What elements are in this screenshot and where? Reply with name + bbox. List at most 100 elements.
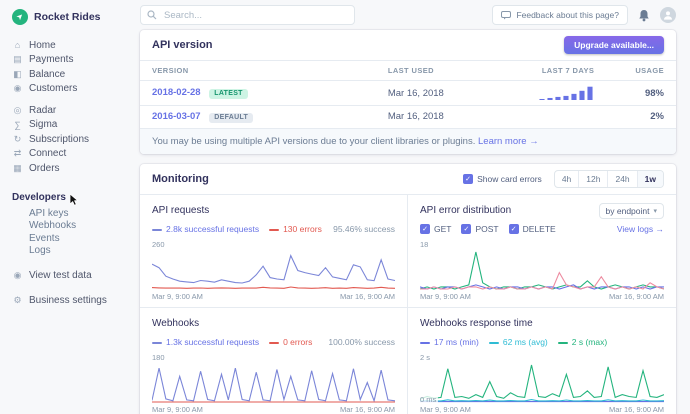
mouse-cursor bbox=[70, 194, 79, 206]
post-checkbox[interactable]: ✓ POST bbox=[461, 224, 498, 234]
sidebar-item-radar[interactable]: ◎ Radar bbox=[12, 103, 130, 118]
y-axis-max-label: 260 bbox=[152, 240, 395, 249]
sidebar-item-label: Radar bbox=[29, 105, 56, 116]
sidebar: ➤ Rocket Rides ⌂ Home ▤ Payments ◧ Balan… bbox=[0, 0, 130, 414]
upgrade-available-button[interactable]: Upgrade available... bbox=[564, 36, 664, 54]
legend-item-errors: 130 errors bbox=[269, 224, 322, 234]
search-box[interactable] bbox=[140, 5, 355, 25]
version-link[interactable]: 2016-03-07 bbox=[152, 111, 201, 122]
sidebar-item-balance[interactable]: ◧ Balance bbox=[12, 67, 130, 82]
version-link[interactable]: 2018-02-28 bbox=[152, 87, 201, 98]
speech-bubble-icon bbox=[501, 11, 511, 20]
sidebar-item-label: Subscriptions bbox=[29, 134, 89, 145]
checkbox-checked-icon: ✓ bbox=[461, 224, 471, 234]
rocket-rides-logo-icon: ➤ bbox=[12, 9, 28, 25]
main-content: Feedback about this page? API version U bbox=[130, 0, 690, 414]
sidebar-item-label: Sigma bbox=[29, 119, 57, 130]
stripe-dashboard: ➤ Rocket Rides ⌂ Home ▤ Payments ◧ Balan… bbox=[0, 0, 690, 414]
success-line-swatch bbox=[152, 229, 162, 231]
payments-icon: ▤ bbox=[12, 54, 23, 65]
column-header-usage: USAGE bbox=[606, 61, 676, 81]
sidebar-item-sigma[interactable]: ∑ Sigma bbox=[12, 118, 130, 133]
learn-more-link[interactable]: Learn more → bbox=[478, 136, 539, 147]
column-header-last-used: LAST USED bbox=[376, 61, 499, 81]
api-version-header: API version Upgrade available... bbox=[140, 30, 676, 61]
usage-value: 2% bbox=[606, 106, 676, 129]
range-button-12h[interactable]: 12h bbox=[578, 171, 607, 187]
success-rate: 100.00% success bbox=[328, 337, 395, 347]
sidebar-item-label: Payments bbox=[29, 54, 73, 65]
developers-submenu: API keys Webhooks Events Logs bbox=[12, 207, 130, 257]
column-header-version: VERSION bbox=[140, 61, 376, 81]
sidebar-item-webhooks[interactable]: Webhooks bbox=[29, 220, 130, 233]
sidebar-item-view-test-data[interactable]: ◉ View test data bbox=[12, 268, 130, 283]
chevron-down-icon: ▾ bbox=[653, 207, 657, 215]
panel-api-requests: API requests 2.8k successful requests 13… bbox=[140, 195, 408, 308]
legend-item-success: 2.8k successful requests bbox=[152, 224, 259, 234]
show-card-errors-checkbox[interactable]: ✓ Show card errors bbox=[463, 174, 542, 184]
sidebar-item-home[interactable]: ⌂ Home bbox=[12, 38, 130, 53]
orders-icon: ▦ bbox=[12, 163, 23, 174]
api-requests-chart bbox=[152, 250, 395, 290]
topbar: Feedback about this page? bbox=[140, 0, 676, 30]
customers-icon: ◉ bbox=[12, 83, 23, 94]
usage-sparkline-chart bbox=[538, 86, 594, 100]
y-axis-max-label: 2 s bbox=[420, 353, 664, 362]
sidebar-item-api-keys[interactable]: API keys bbox=[29, 207, 130, 220]
subscriptions-icon: ↻ bbox=[12, 134, 23, 145]
legend: 17 ms (min) 62 ms (avg) 2 s (max) bbox=[420, 336, 664, 349]
default-badge: DEFAULT bbox=[209, 113, 253, 123]
search-input[interactable] bbox=[162, 9, 348, 22]
sidebar-item-label: Business settings bbox=[29, 295, 107, 306]
range-button-1w[interactable]: 1w bbox=[637, 171, 663, 187]
card-title: API version bbox=[152, 39, 213, 51]
sidebar-item-logs[interactable]: Logs bbox=[29, 245, 130, 258]
column-header-last-7-days: LAST 7 DAYS bbox=[499, 61, 606, 81]
sidebar-item-connect[interactable]: ⇄ Connect bbox=[12, 147, 130, 162]
legend-item-max: 2 s (max) bbox=[558, 337, 607, 347]
sidebar-item-label: Balance bbox=[29, 69, 65, 80]
sidebar-item-events[interactable]: Events bbox=[29, 232, 130, 245]
table-row: 2018-02-28 LATEST Mar 16, 2018 98% bbox=[140, 81, 676, 106]
webhooks-chart bbox=[152, 363, 395, 403]
view-logs-link[interactable]: View logs → bbox=[617, 224, 664, 234]
feedback-button[interactable]: Feedback about this page? bbox=[492, 5, 628, 25]
range-button-24h[interactable]: 24h bbox=[607, 171, 636, 187]
search-icon bbox=[147, 10, 157, 20]
max-line-swatch bbox=[558, 342, 568, 344]
avg-line-swatch bbox=[489, 342, 499, 344]
monitoring-grid: API requests 2.8k successful requests 13… bbox=[140, 195, 676, 414]
api-error-distribution-chart bbox=[420, 250, 664, 290]
get-checkbox[interactable]: ✓ GET bbox=[420, 224, 451, 234]
sidebar-item-label: Developers bbox=[12, 192, 66, 203]
success-line-swatch bbox=[152, 342, 162, 344]
delete-checkbox[interactable]: ✓ DELETE bbox=[509, 224, 556, 234]
sidebar-item-developers[interactable]: Developers bbox=[12, 191, 130, 206]
last-used-value: Mar 16, 2018 bbox=[376, 106, 499, 129]
panel-api-error-distribution: API error distribution by endpoint ▾ ✓ G… bbox=[408, 195, 676, 308]
sidebar-item-business-settings[interactable]: ⚙ Business settings bbox=[12, 294, 130, 309]
errors-line-swatch bbox=[269, 342, 279, 344]
eye-icon: ◉ bbox=[12, 270, 23, 281]
panel-webhooks: Webhooks 1.3k successful requests 0 erro… bbox=[140, 308, 408, 414]
checkbox-checked-icon: ✓ bbox=[463, 174, 473, 184]
endpoint-select[interactable]: by endpoint ▾ bbox=[599, 203, 664, 219]
sidebar-item-payments[interactable]: ▤ Payments bbox=[12, 53, 130, 68]
api-version-table: VERSION LAST USED LAST 7 DAYS USAGE 2018… bbox=[140, 61, 676, 129]
gear-icon: ⚙ bbox=[12, 295, 23, 306]
range-button-4h[interactable]: 4h bbox=[555, 171, 578, 187]
sidebar-item-subscriptions[interactable]: ↻ Subscriptions bbox=[12, 132, 130, 147]
sidebar-item-customers[interactable]: ◉ Customers bbox=[12, 82, 130, 97]
panel-title: API requests bbox=[152, 205, 209, 216]
bell-icon[interactable] bbox=[638, 9, 650, 22]
footnote-text: You may be using multiple API versions d… bbox=[152, 136, 475, 147]
sidebar-nav: ⌂ Home ▤ Payments ◧ Balance ◉ Customers bbox=[12, 38, 130, 308]
last-used-value: Mar 16, 2018 bbox=[376, 81, 499, 106]
table-row: 2016-03-07 DEFAULT Mar 16, 2018 2% bbox=[140, 106, 676, 129]
sidebar-item-orders[interactable]: ▦ Orders bbox=[12, 161, 130, 176]
legend: 1.3k successful requests 0 errors 100.00… bbox=[152, 336, 395, 349]
y-axis-max-label: 180 bbox=[152, 353, 395, 362]
brand[interactable]: ➤ Rocket Rides bbox=[12, 9, 130, 25]
avatar[interactable] bbox=[660, 7, 676, 23]
legend: 2.8k successful requests 130 errors 95.4… bbox=[152, 223, 395, 236]
